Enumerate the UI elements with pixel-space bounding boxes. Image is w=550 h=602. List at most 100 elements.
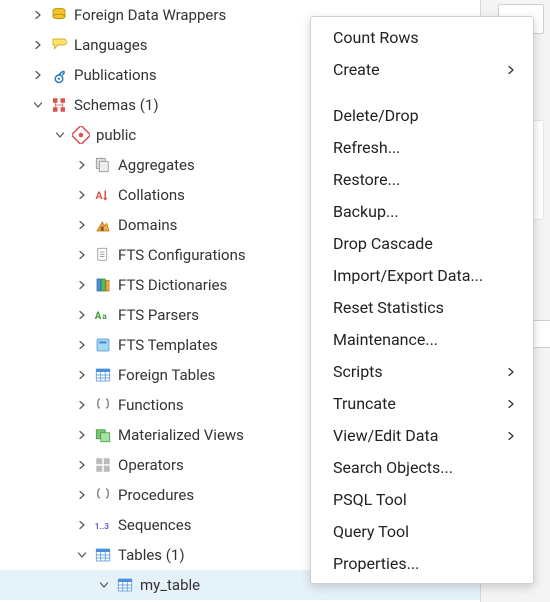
chevron-right-icon[interactable] xyxy=(74,187,90,203)
menu-item[interactable]: PSQL Tool xyxy=(311,483,533,515)
menu-item-label: Import/Export Data... xyxy=(333,266,483,285)
pub-icon xyxy=(50,66,68,84)
chevron-right-icon[interactable] xyxy=(74,427,90,443)
menu-item[interactable]: Scripts xyxy=(311,355,533,387)
menu-item-label: Query Tool xyxy=(333,522,409,541)
menu-item-label: Backup... xyxy=(333,202,399,221)
menu-item[interactable]: Query Tool xyxy=(311,515,533,547)
menu-item[interactable]: Properties... xyxy=(311,547,533,579)
menu-item[interactable]: Drop Cascade xyxy=(311,227,533,259)
menu-item[interactable]: Truncate xyxy=(311,387,533,419)
dict-icon xyxy=(94,276,112,294)
tree-item-label: Publications xyxy=(74,66,157,84)
menu-item[interactable]: Reset Statistics xyxy=(311,291,533,323)
svg-text:1..3: 1..3 xyxy=(95,522,110,532)
menu-item-label: Restore... xyxy=(333,170,400,189)
agg-icon xyxy=(94,156,112,174)
menu-item[interactable]: Count Rows xyxy=(311,21,533,53)
tree-item-label: Languages xyxy=(74,36,148,54)
lang-icon xyxy=(50,36,68,54)
menu-item[interactable]: Restore... xyxy=(311,163,533,195)
chevron-right-icon[interactable] xyxy=(30,37,46,53)
menu-item-label: Refresh... xyxy=(333,138,400,157)
svg-text:A: A xyxy=(95,311,102,322)
chevron-right-icon[interactable] xyxy=(74,487,90,503)
menu-item-label: Maintenance... xyxy=(333,330,438,349)
menu-item-label: Truncate xyxy=(333,394,396,413)
tree-item-label: Collations xyxy=(118,186,185,204)
chevron-right-icon[interactable] xyxy=(74,217,90,233)
menu-item-label: Search Objects... xyxy=(333,458,453,477)
chevron-right-icon[interactable] xyxy=(74,397,90,413)
ops-icon xyxy=(94,456,112,474)
menu-item[interactable]: Maintenance... xyxy=(311,323,533,355)
coll-icon: A xyxy=(94,186,112,204)
menu-item-label: Scripts xyxy=(333,362,383,381)
chevron-right-icon[interactable] xyxy=(30,7,46,23)
chevron-right-icon[interactable] xyxy=(74,457,90,473)
context-menu[interactable]: Count Rows Create Delete/Drop Refresh... Res… xyxy=(310,16,534,584)
tmpl-icon xyxy=(94,336,112,354)
menu-item-label: Count Rows xyxy=(333,28,419,47)
ftable-icon xyxy=(94,366,112,384)
menu-item-label: View/Edit Data xyxy=(333,426,438,445)
aa-icon: Aa xyxy=(94,306,112,324)
chevron-right-icon[interactable] xyxy=(74,517,90,533)
menu-item[interactable]: Backup... xyxy=(311,195,533,227)
tree-item-label: Materialized Views xyxy=(118,426,244,444)
menu-item-label: Drop Cascade xyxy=(333,234,433,253)
menu-item[interactable]: Create xyxy=(311,53,533,85)
chevron-down-icon[interactable] xyxy=(30,97,46,113)
chevron-right-icon[interactable] xyxy=(30,67,46,83)
table-icon xyxy=(116,576,134,594)
tree-item-label: Aggregates xyxy=(118,156,195,174)
tree-item-label: FTS Configurations xyxy=(118,246,246,264)
tree-item-label: Foreign Tables xyxy=(118,366,215,384)
menu-item-label: Create xyxy=(333,60,380,79)
menu-item-label: Properties... xyxy=(333,554,419,573)
chevron-right-icon xyxy=(505,64,515,74)
dom-icon xyxy=(94,216,112,234)
svg-text:A: A xyxy=(96,189,104,202)
proc-icon xyxy=(94,486,112,504)
chevron-down-icon[interactable] xyxy=(74,547,90,563)
menu-separator xyxy=(311,85,533,99)
menu-item-label: Reset Statistics xyxy=(333,298,444,317)
menu-item[interactable]: Delete/Drop xyxy=(311,99,533,131)
chevron-down-icon[interactable] xyxy=(52,127,68,143)
seq-icon: 1..3 xyxy=(94,516,112,534)
doc-icon xyxy=(94,246,112,264)
tree-item-label: Tables (1) xyxy=(118,546,185,564)
chevron-down-icon[interactable] xyxy=(96,577,112,593)
chevron-right-icon[interactable] xyxy=(74,337,90,353)
chevron-right-icon xyxy=(505,430,515,440)
svg-text:a: a xyxy=(102,312,107,322)
tree-item-label: FTS Dictionaries xyxy=(118,276,227,294)
tree-item-label: Procedures xyxy=(118,486,194,504)
tree-item-label: FTS Parsers xyxy=(118,306,199,324)
menu-item[interactable]: Import/Export Data... xyxy=(311,259,533,291)
tree-item-label: FTS Templates xyxy=(118,336,218,354)
tree-item-label: public xyxy=(96,126,136,144)
tree-item-label: my_table xyxy=(140,576,200,594)
menu-item-label: PSQL Tool xyxy=(333,490,407,509)
tree-item-label: Sequences xyxy=(118,516,191,534)
chevron-right-icon xyxy=(505,366,515,376)
tree-item-label: Foreign Data Wrappers xyxy=(74,6,226,24)
chevron-right-icon[interactable] xyxy=(74,277,90,293)
menu-item[interactable]: Refresh... xyxy=(311,131,533,163)
fdw-icon xyxy=(50,6,68,24)
mview-icon xyxy=(94,426,112,444)
chevron-right-icon[interactable] xyxy=(74,307,90,323)
menu-item[interactable]: View/Edit Data xyxy=(311,419,533,451)
chevron-right-icon xyxy=(505,398,515,408)
chevron-right-icon[interactable] xyxy=(74,157,90,173)
tree-item-label: Schemas (1) xyxy=(74,96,159,114)
chevron-right-icon[interactable] xyxy=(74,247,90,263)
table-icon xyxy=(94,546,112,564)
func-icon xyxy=(94,396,112,414)
tree-item-label: Operators xyxy=(118,456,184,474)
menu-item-label: Delete/Drop xyxy=(333,106,419,125)
chevron-right-icon[interactable] xyxy=(74,367,90,383)
menu-item[interactable]: Search Objects... xyxy=(311,451,533,483)
